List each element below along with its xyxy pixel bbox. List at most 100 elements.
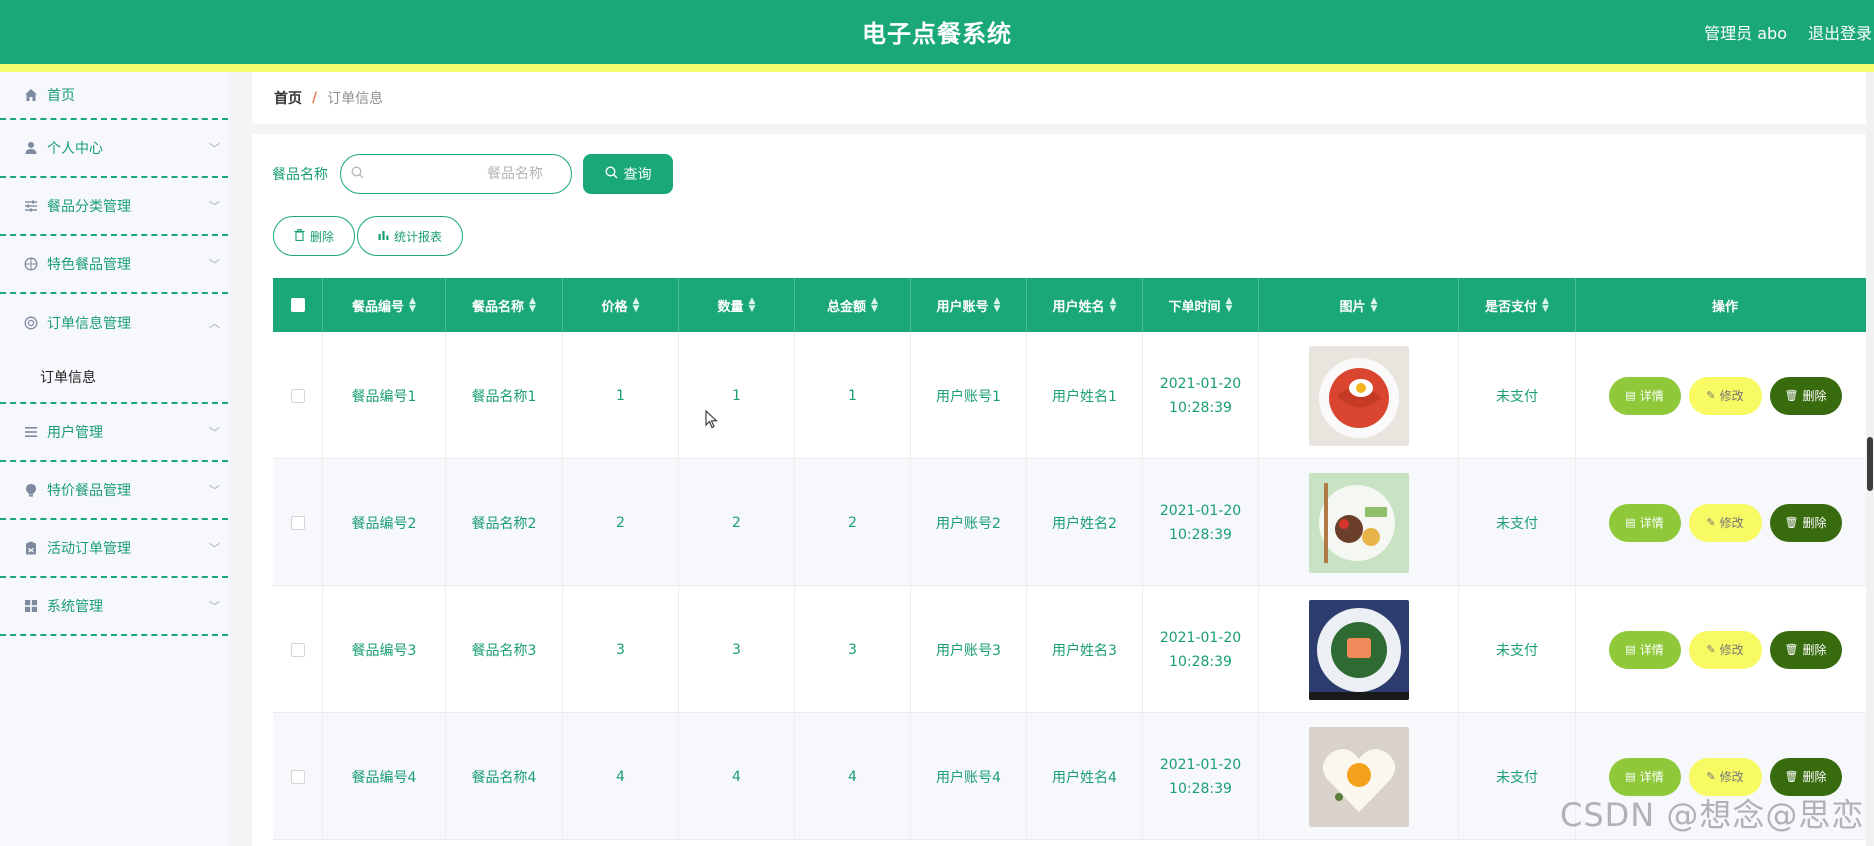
column-header[interactable]: 下单时间 ▲ ▼ — [1143, 278, 1259, 332]
cell-time: 2021-01-20 10:28:39 — [1143, 459, 1259, 586]
cell-price: 1 — [563, 332, 679, 459]
column-header[interactable]: 总金额 ▲ ▼ — [795, 278, 911, 332]
sort-icon: ▲ ▼ — [993, 296, 1001, 314]
document-icon: ▤ — [1625, 389, 1636, 402]
cell-total: 2 — [795, 459, 911, 586]
cell-image — [1259, 586, 1459, 713]
row-checkbox[interactable] — [290, 515, 305, 530]
sidebar-item-home[interactable]: 首页 — [0, 72, 228, 120]
sidebar-item-category[interactable]: 餐品分类管理 ﹀ — [0, 178, 228, 236]
column-header[interactable]: 图片 ▲ ▼ — [1259, 278, 1459, 332]
cell-actions: ▤ 详情 ✎ 修改 🗑 删除 — [1576, 332, 1874, 459]
sidebar-item-label: 首页 — [47, 88, 75, 104]
food-thumbnail[interactable] — [1308, 599, 1409, 700]
breadcrumb: 首页 / 订单信息 — [252, 72, 1874, 124]
sidebar-item-label: 特价餐品管理 — [47, 483, 131, 499]
food-thumbnail[interactable] — [1308, 472, 1409, 573]
edit-button[interactable]: ✎ 修改 — [1688, 376, 1762, 415]
trash-icon: 🗑 — [1784, 770, 1799, 783]
sort-icon: ▲ ▼ — [1225, 296, 1233, 314]
column-header[interactable]: 数量 ▲ ▼ — [679, 278, 795, 332]
breadcrumb-current: 订单信息 — [327, 91, 384, 107]
sidebar-item-orders[interactable]: 订单信息管理 ︿ — [0, 294, 228, 352]
table-row: 餐品编号3 餐品名称3 3 3 3 用户账号3 用户姓名3 2021-01-20 10:28:… — [273, 586, 1874, 713]
query-button-label: 查询 — [623, 167, 652, 183]
column-header[interactable]: 用户账号 ▲ ▼ — [911, 278, 1027, 332]
breadcrumb-home[interactable]: 首页 — [274, 88, 302, 108]
batch-delete-button[interactable]: 删除 — [273, 216, 355, 256]
delete-button[interactable]: 🗑 删除 — [1769, 630, 1842, 669]
cell-total: 1 — [795, 332, 911, 459]
chevron-up-icon: ︿ — [209, 317, 220, 330]
sort-icon: ▲ ▼ — [748, 296, 756, 314]
food-thumbnail[interactable] — [1308, 726, 1409, 827]
chevron-down-icon: ﹀ — [209, 484, 220, 497]
row-checkbox[interactable] — [290, 769, 305, 784]
cell-paid: 未支付 — [1459, 586, 1576, 713]
sidebar-item-system[interactable]: 系统管理 ﹀ — [0, 578, 228, 636]
sort-icon: ▲ ▼ — [871, 296, 878, 314]
chevron-down-icon: ﹀ — [209, 200, 220, 213]
chevron-down-icon: ﹀ — [209, 258, 220, 271]
sidebar-item-activity[interactable]: 活动订单管理 ﹀ — [0, 520, 228, 578]
delete-button[interactable]: 🗑 删除 — [1769, 376, 1842, 415]
sort-icon: ▲ ▼ — [632, 296, 640, 314]
sidebar-item-label: 系统管理 — [47, 599, 103, 615]
column-header[interactable]: 餐品名称 ▲ ▼ — [446, 278, 563, 332]
logout-link[interactable]: 退出登录 — [1808, 20, 1872, 44]
document-icon: ▤ — [1625, 643, 1636, 656]
row-select-cell — [273, 332, 323, 459]
table-row: 餐品编号2 餐品名称2 2 2 2 用户账号2 用户姓名2 2021-01-20 10:28:… — [273, 459, 1874, 586]
cell-code: 餐品编号2 — [323, 459, 446, 586]
sidebar-item-special[interactable]: 特价餐品管理 ﹀ — [0, 462, 228, 520]
cell-actions: ▤ 详情 ✎ 修改 🗑 删除 — [1576, 459, 1874, 586]
header-accent-strip — [0, 64, 1874, 72]
sidebar-item-users[interactable]: 用户管理 ﹀ — [0, 404, 228, 462]
column-header: 操作 — [1711, 299, 1738, 315]
column-header[interactable]: 是否支付 ▲ ▼ — [1459, 278, 1576, 332]
bulb-icon — [23, 482, 39, 498]
search-input[interactable] — [375, 163, 563, 185]
column-header[interactable]: 用户姓名 ▲ ▼ — [1027, 278, 1143, 332]
column-header[interactable]: 价格 ▲ ▼ — [563, 278, 679, 332]
chevron-down-icon: ﹀ — [209, 426, 220, 439]
chevron-down-icon: ﹀ — [209, 542, 220, 555]
pencil-icon: ✎ — [1706, 643, 1716, 656]
detail-button[interactable]: ▤ 详情 — [1608, 376, 1681, 415]
search-field — [340, 154, 572, 194]
sidebar-item-featured[interactable]: 特色餐品管理 ﹀ — [0, 236, 228, 294]
statistics-report-button[interactable]: 统计报表 — [357, 216, 463, 256]
row-checkbox[interactable] — [290, 388, 305, 403]
sort-icon: ▲ ▼ — [529, 296, 536, 314]
trash-icon: 🗑 — [1784, 389, 1799, 402]
grid-icon — [23, 598, 39, 614]
sidebar-item-label: 特色餐品管理 — [47, 257, 131, 273]
sidebar-subitem-label: 订单信息 — [40, 370, 96, 386]
detail-button[interactable]: ▤ 详情 — [1608, 503, 1681, 542]
row-checkbox[interactable] — [290, 642, 305, 657]
cell-time: 2021-01-20 10:28:39 — [1143, 332, 1259, 459]
select-all-checkbox-cell — [273, 278, 323, 332]
sidebar-item-profile[interactable]: 个人中心 ﹀ — [0, 120, 228, 178]
lifebuoy-icon — [23, 315, 39, 331]
row-select-cell — [273, 713, 323, 840]
cell-username: 用户姓名4 — [1027, 713, 1143, 840]
edit-button[interactable]: ✎ 修改 — [1688, 503, 1762, 542]
query-button[interactable]: 查询 — [583, 154, 673, 194]
sliders-icon — [23, 198, 39, 214]
chevron-down-icon: ﹀ — [209, 600, 220, 613]
scrollbar-thumb[interactable] — [1867, 437, 1873, 491]
food-thumbnail[interactable] — [1308, 345, 1409, 446]
statistics-report-label: 统计报表 — [393, 229, 442, 244]
mouse-cursor-icon — [705, 409, 719, 435]
select-all-checkbox[interactable] — [290, 298, 305, 312]
detail-button[interactable]: ▤ 详情 — [1608, 630, 1681, 669]
column-header[interactable]: 餐品编号 ▲ ▼ — [323, 278, 446, 332]
document-icon: ▤ — [1625, 516, 1636, 529]
edit-button[interactable]: ✎ 修改 — [1688, 630, 1762, 669]
app-title: 电子点餐系统 — [862, 20, 1012, 48]
sidebar-subitem-order-info[interactable]: 订单信息 — [0, 352, 228, 404]
pencil-icon: ✎ — [1706, 770, 1716, 783]
cell-code: 餐品编号4 — [323, 713, 446, 840]
delete-button[interactable]: 🗑 删除 — [1769, 503, 1842, 542]
